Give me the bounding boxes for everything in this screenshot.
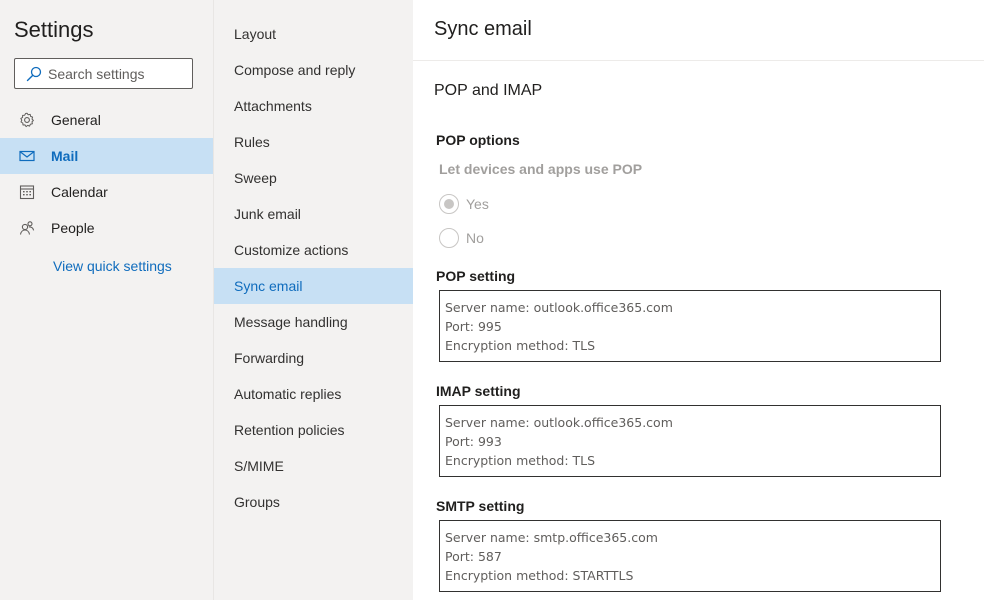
pop-options-label: POP options <box>436 132 520 148</box>
gear-icon <box>18 111 36 129</box>
category-people-label: People <box>51 220 95 236</box>
smtp-setting-box[interactable]: Server name: smtp.office365.com Port: 58… <box>439 520 941 592</box>
settings-category-list: General Mail Calendar People <box>0 102 213 246</box>
settings-title: Settings <box>14 17 94 42</box>
menu-item-message-handling[interactable]: Message handling <box>214 304 414 340</box>
menu-item-compose-and-reply[interactable]: Compose and reply <box>214 52 414 88</box>
section-title: POP and IMAP <box>434 82 543 99</box>
menu-item-automatic-replies[interactable]: Automatic replies <box>214 376 414 412</box>
calendar-icon <box>18 183 36 201</box>
pop-port-text: Port: 995 <box>445 319 502 334</box>
search-settings-input[interactable] <box>48 65 188 82</box>
category-general-label: General <box>51 112 101 128</box>
category-mail-label: Mail <box>51 148 79 164</box>
imap-setting-box[interactable]: Server name: outlook.office365.com Port:… <box>439 405 941 477</box>
people-icon <box>18 219 36 237</box>
menu-item-junk-email[interactable]: Junk email <box>214 196 414 232</box>
mail-settings-list: Layout Compose and reply Attachments Rul… <box>214 16 414 520</box>
category-people[interactable]: People <box>0 210 213 246</box>
menu-item-groups[interactable]: Groups <box>214 484 414 520</box>
search-icon <box>26 66 42 81</box>
category-calendar[interactable]: Calendar <box>0 174 213 210</box>
radio-circle <box>439 228 459 248</box>
mail-settings-menu: Layout Compose and reply Attachments Rul… <box>213 0 414 600</box>
category-calendar-label: Calendar <box>51 184 108 200</box>
menu-item-retention-policies[interactable]: Retention policies <box>214 412 414 448</box>
menu-item-layout[interactable]: Layout <box>214 16 414 52</box>
pop-setting-box[interactable]: Server name: outlook.office365.com Port:… <box>439 290 941 362</box>
radio-circle <box>439 194 459 214</box>
pop-yes-label: Yes <box>466 196 489 212</box>
search-settings-box[interactable] <box>14 58 193 89</box>
menu-item-sweep[interactable]: Sweep <box>214 160 414 196</box>
imap-port-text: Port: 993 <box>445 434 502 449</box>
pop-server-text: Server name: outlook.office365.com <box>445 300 673 315</box>
pop-encryption-text: Encryption method: TLS <box>445 338 596 353</box>
pop-yes-radio[interactable]: Yes <box>439 194 489 214</box>
pop-setting-label: POP setting <box>436 268 516 284</box>
menu-item-forwarding[interactable]: Forwarding <box>214 340 414 376</box>
category-general[interactable]: General <box>0 102 213 138</box>
menu-item-smime[interactable]: S/MIME <box>214 448 414 484</box>
category-mail[interactable]: Mail <box>0 138 213 174</box>
view-quick-settings-link[interactable]: View quick settings <box>53 258 172 274</box>
imap-setting-label: IMAP setting <box>436 383 521 399</box>
smtp-setting-label: SMTP setting <box>436 498 525 514</box>
smtp-port-text: Port: 587 <box>445 549 502 564</box>
menu-item-customize-actions[interactable]: Customize actions <box>214 232 414 268</box>
menu-item-attachments[interactable]: Attachments <box>214 88 414 124</box>
imap-server-text: Server name: outlook.office365.com <box>445 415 673 430</box>
radio-dot <box>444 199 454 209</box>
settings-nav-pane: Settings General Mail <box>0 0 213 600</box>
mail-icon <box>18 147 36 165</box>
smtp-server-text: Server name: smtp.office365.com <box>445 530 658 545</box>
menu-item-sync-email[interactable]: Sync email <box>214 268 414 304</box>
pop-no-radio[interactable]: No <box>439 228 484 248</box>
pop-question-label: Let devices and apps use POP <box>439 161 643 177</box>
content-header: Sync email <box>413 0 984 61</box>
menu-item-rules[interactable]: Rules <box>214 124 414 160</box>
imap-encryption-text: Encryption method: TLS <box>445 453 596 468</box>
smtp-encryption-text: Encryption method: STARTTLS <box>445 568 634 583</box>
pop-no-label: No <box>466 230 484 246</box>
page-title: Sync email <box>434 18 532 40</box>
sync-email-panel: Sync email POP and IMAP POP options Let … <box>413 0 984 600</box>
